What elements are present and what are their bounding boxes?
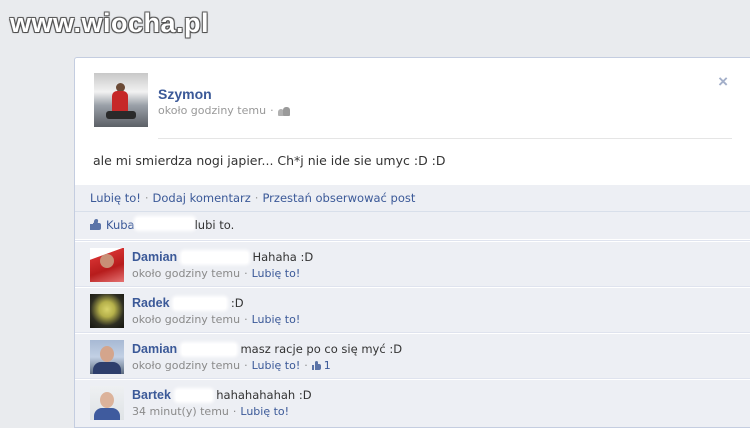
meta-separator: · (270, 104, 274, 117)
like-count-value: 1 (323, 359, 331, 372)
redacted-surname (181, 252, 248, 263)
commenter-avatar[interactable] (90, 386, 124, 420)
comment-meta: około godziny temu · Lubię to! (132, 267, 300, 280)
comment-meta: 34 minut(y) temu · Lubię to! (132, 405, 289, 418)
avatar-legs (106, 111, 136, 119)
comment-content: Damian Hahaha :D (132, 250, 313, 264)
post-author[interactable]: Szymon (158, 86, 212, 102)
comment-text: Hahaha :D (252, 250, 314, 264)
comment-content: Bartek hahahahahah :D (132, 388, 312, 402)
comment-text: masz racje po co się myć :D (240, 342, 403, 356)
redacted-surname (174, 298, 227, 309)
header-divider (158, 138, 732, 139)
comment-meta: około godziny temu · Lubię to! · 1 (132, 359, 331, 372)
commenter-name[interactable]: Damian (132, 250, 177, 264)
redacted-surname (135, 218, 194, 229)
comment-like-link[interactable]: Lubię to! (240, 405, 289, 418)
comment-time[interactable]: około godziny temu (132, 313, 240, 326)
avatar-figure (112, 91, 128, 113)
comment-content: Damian masz racje po co się myć :D (132, 342, 402, 356)
unfollow-link[interactable]: Przestań obserwować post (262, 191, 415, 205)
comment-time[interactable]: około godziny temu (132, 267, 240, 280)
comment-like-count[interactable]: 1 (311, 359, 331, 372)
redacted-surname (175, 390, 212, 401)
redacted-surname (181, 344, 236, 355)
like-link[interactable]: Lubię to! (90, 191, 141, 205)
meta-separator: · (244, 313, 248, 326)
thumbs-up-icon (90, 219, 102, 230)
comment-like-link[interactable]: Lubię to! (252, 313, 301, 326)
comment-like-link[interactable]: Lubię to! (252, 267, 301, 280)
comment-item: Damian Hahaha :D około godziny temu · Lu… (75, 241, 750, 286)
commenter-name[interactable]: Radek (132, 296, 170, 310)
commenter-avatar[interactable] (90, 248, 124, 282)
comment-item: Radek :D około godziny temu · Lubię to! (75, 287, 750, 332)
likes-suffix: lubi to. (194, 218, 235, 232)
post-timestamp[interactable]: około godziny temu (158, 104, 266, 117)
post-text: ale mi smierdza nogi japier... Ch*j nie … (93, 153, 446, 168)
friends-icon[interactable] (277, 106, 292, 116)
commenter-avatar[interactable] (90, 340, 124, 374)
comment-time[interactable]: około godziny temu (132, 359, 240, 372)
comment-content: Radek :D (132, 296, 244, 310)
comment-text: :D (230, 296, 244, 310)
meta-separator: · (244, 267, 248, 280)
meta-separator: · (232, 405, 237, 418)
comment-meta: około godziny temu · Lubię to! (132, 313, 300, 326)
post-actions: Lubię to! · Dodaj komentarz · Przestań obser… (75, 185, 750, 212)
post-meta: około godziny temu · (158, 104, 292, 117)
liker-name[interactable]: Kuba (106, 218, 135, 232)
meta-separator: · (304, 359, 308, 372)
author-avatar[interactable] (94, 73, 148, 127)
action-sep: · (254, 191, 259, 205)
commenter-avatar[interactable] (90, 294, 124, 328)
commenter-name[interactable]: Bartek (132, 388, 171, 402)
comment-time[interactable]: 34 minut(y) temu (132, 405, 229, 418)
comment-like-link[interactable]: Lubię to! (252, 359, 301, 372)
meta-separator: · (244, 359, 248, 372)
comment-item: Damian masz racje po co się myć :D około… (75, 333, 750, 378)
comment-text: hahahahahah :D (216, 388, 312, 402)
close-icon[interactable]: × (718, 72, 728, 92)
post-card: × Szymon około godziny temu · ale mi smi… (74, 57, 750, 428)
add-comment-link[interactable]: Dodaj komentarz (153, 191, 251, 205)
comment-item: Bartek hahahahahah :D 34 minut(y) temu ·… (75, 379, 750, 424)
thumbs-up-icon (311, 361, 322, 370)
likes-summary: Kuba lubi to. (75, 212, 750, 240)
feedback-section: Lubię to! · Dodaj komentarz · Przestań obser… (75, 185, 750, 427)
commenter-name[interactable]: Damian (132, 342, 177, 356)
action-sep: · (144, 191, 149, 205)
site-watermark: www.wiocha.pl (10, 8, 210, 38)
